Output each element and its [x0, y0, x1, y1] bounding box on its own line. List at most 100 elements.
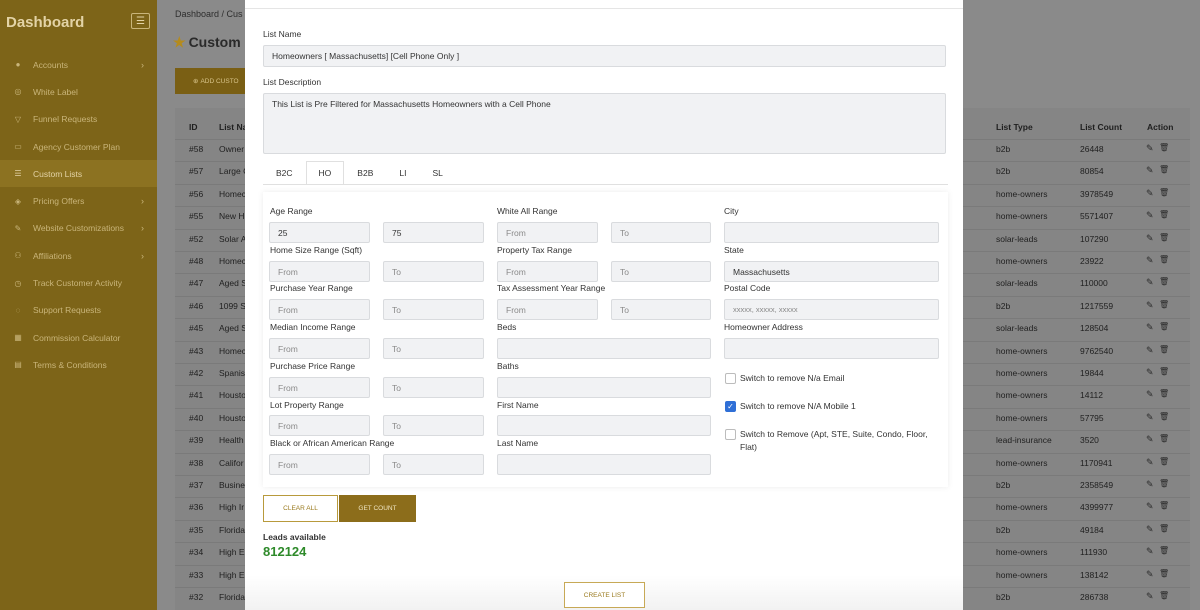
edit-icon[interactable]: ✎: [1146, 546, 1154, 557]
purchase-price-from-input[interactable]: From: [269, 377, 370, 398]
trash-icon[interactable]: 🗑: [1159, 434, 1169, 443]
clear-all-button[interactable]: CLEAR ALL: [263, 495, 338, 522]
edit-icon[interactable]: ✎: [1146, 501, 1154, 512]
edit-icon[interactable]: ✎: [1146, 188, 1154, 199]
edit-icon[interactable]: ✎: [1146, 233, 1154, 244]
sidebar-item-funnel-requests[interactable]: ▽ Funnel Requests: [0, 106, 157, 133]
property-tax-from-input[interactable]: From: [497, 261, 598, 282]
trash-icon[interactable]: 🗑: [1159, 367, 1169, 376]
sidebar-brand[interactable]: Dashboard: [6, 14, 84, 31]
home-size-from-input[interactable]: From: [269, 261, 370, 282]
edit-icon[interactable]: ✎: [1146, 367, 1154, 378]
sidebar-item-accounts[interactable]: ● Accounts ›: [0, 51, 157, 78]
trash-icon[interactable]: 🗑: [1159, 233, 1169, 242]
edit-icon[interactable]: ✎: [1146, 300, 1154, 311]
edit-icon[interactable]: ✎: [1146, 255, 1154, 266]
baths-input[interactable]: [497, 377, 711, 398]
black-african-american-from-input[interactable]: From: [269, 454, 370, 475]
trash-icon[interactable]: 🗑: [1159, 569, 1169, 578]
edit-icon[interactable]: ✎: [1146, 434, 1154, 445]
property-tax-to-input[interactable]: To: [611, 261, 711, 282]
edit-icon[interactable]: ✎: [1146, 569, 1154, 580]
trash-icon[interactable]: 🗑: [1159, 479, 1169, 488]
tax-assessment-from-input[interactable]: From: [497, 299, 598, 320]
trash-icon[interactable]: 🗑: [1159, 277, 1169, 286]
sidebar-item-agency-customer-plan[interactable]: ▭ Agency Customer Plan: [0, 133, 157, 160]
home-size-to-input[interactable]: To: [383, 261, 484, 282]
purchase-year-from-input[interactable]: From: [269, 299, 370, 320]
edit-icon[interactable]: ✎: [1146, 322, 1154, 333]
remove-apt-suite-checkbox[interactable]: [725, 429, 736, 440]
trash-icon[interactable]: 🗑: [1159, 591, 1169, 600]
edit-icon[interactable]: ✎: [1146, 412, 1154, 423]
tab-ho[interactable]: HO: [305, 161, 345, 185]
trash-icon[interactable]: 🗑: [1159, 457, 1169, 466]
tab-b2c[interactable]: B2C: [263, 161, 306, 185]
sidebar-item-website-customizations[interactable]: ✎ Website Customizations ›: [0, 215, 157, 242]
beds-input[interactable]: [497, 338, 711, 359]
purchase-price-to-input[interactable]: To: [383, 377, 484, 398]
edit-icon[interactable]: ✎: [1146, 210, 1154, 221]
sidebar-item-affiliations[interactable]: ⚇ Affiliations ›: [0, 242, 157, 269]
first-name-input[interactable]: [497, 415, 711, 436]
age-range-to-input[interactable]: 75: [383, 222, 484, 243]
get-count-button[interactable]: GET COUNT: [339, 495, 416, 522]
edit-icon[interactable]: ✎: [1146, 165, 1154, 176]
trash-icon[interactable]: 🗑: [1159, 188, 1169, 197]
city-input[interactable]: [724, 222, 939, 243]
trash-icon[interactable]: 🗑: [1159, 501, 1169, 510]
tax-assessment-to-input[interactable]: To: [611, 299, 711, 320]
trash-icon[interactable]: 🗑: [1159, 389, 1169, 398]
trash-icon[interactable]: 🗑: [1159, 524, 1169, 533]
edit-icon[interactable]: ✎: [1146, 143, 1154, 154]
trash-icon[interactable]: 🗑: [1159, 255, 1169, 264]
sidebar-item-pricing-offers[interactable]: ◈ Pricing Offers ›: [0, 187, 157, 214]
white-all-from-input[interactable]: From: [497, 222, 598, 243]
trash-icon[interactable]: 🗑: [1159, 546, 1169, 555]
list-description-textarea[interactable]: This List is Pre Filtered for Massachuse…: [263, 93, 946, 154]
edit-icon[interactable]: ✎: [1146, 457, 1154, 468]
lot-property-to-input[interactable]: To: [383, 415, 484, 436]
trash-icon[interactable]: 🗑: [1159, 300, 1169, 309]
trash-icon[interactable]: 🗑: [1159, 165, 1169, 174]
add-custom-list-button[interactable]: ⊕ ADD CUSTO: [175, 68, 255, 94]
lot-property-from-input[interactable]: From: [269, 415, 370, 436]
trash-icon[interactable]: 🗑: [1159, 322, 1169, 331]
tab-li[interactable]: LI: [386, 161, 419, 185]
remove-na-mobile-label: Switch to remove N/A Mobile 1: [740, 401, 856, 411]
remove-na-email-checkbox[interactable]: [725, 373, 736, 384]
trash-icon[interactable]: 🗑: [1159, 210, 1169, 219]
sidebar-item-terms-conditions[interactable]: ▤ Terms & Conditions: [0, 351, 157, 378]
edit-icon[interactable]: ✎: [1146, 591, 1154, 602]
median-income-from-input[interactable]: From: [269, 338, 370, 359]
median-income-to-input[interactable]: To: [383, 338, 484, 359]
purchase-year-to-input[interactable]: To: [383, 299, 484, 320]
tab-sl[interactable]: SL: [419, 161, 455, 185]
sidebar-item-white-label[interactable]: ◎ White Label: [0, 78, 157, 105]
edit-icon[interactable]: ✎: [1146, 479, 1154, 490]
state-select[interactable]: Massachusetts: [724, 261, 939, 282]
trash-icon[interactable]: 🗑: [1159, 412, 1169, 421]
menu-toggle-button[interactable]: ☰: [131, 13, 150, 29]
edit-icon[interactable]: ✎: [1146, 345, 1154, 356]
sidebar-item-commission-calculator[interactable]: ▦ Commission Calculator: [0, 324, 157, 351]
trash-icon[interactable]: 🗑: [1159, 345, 1169, 354]
postal-code-input[interactable]: xxxxx, xxxxx, xxxxx: [724, 299, 939, 320]
tab-b2b[interactable]: B2B: [344, 161, 386, 185]
list-name-input[interactable]: Homeowners [ Massachusetts] [Cell Phone …: [263, 45, 946, 67]
breadcrumb[interactable]: Dashboard / Cus: [175, 9, 243, 19]
create-list-button[interactable]: CREATE LIST: [564, 582, 645, 608]
edit-icon[interactable]: ✎: [1146, 277, 1154, 288]
age-range-from-input[interactable]: 25: [269, 222, 370, 243]
white-all-to-input[interactable]: To: [611, 222, 711, 243]
sidebar-item-track-customer-activity[interactable]: ◷ Track Customer Activity: [0, 269, 157, 296]
edit-icon[interactable]: ✎: [1146, 389, 1154, 400]
edit-icon[interactable]: ✎: [1146, 524, 1154, 535]
last-name-input[interactable]: [497, 454, 711, 475]
sidebar-item-custom-lists[interactable]: ☰ Custom Lists: [0, 160, 157, 188]
trash-icon[interactable]: 🗑: [1159, 143, 1169, 152]
remove-na-mobile-checkbox[interactable]: ✓: [725, 401, 736, 412]
homeowner-address-input[interactable]: [724, 338, 939, 359]
black-african-american-to-input[interactable]: To: [383, 454, 484, 475]
sidebar-item-support-requests[interactable]: ◌ Support Requests: [0, 297, 157, 324]
